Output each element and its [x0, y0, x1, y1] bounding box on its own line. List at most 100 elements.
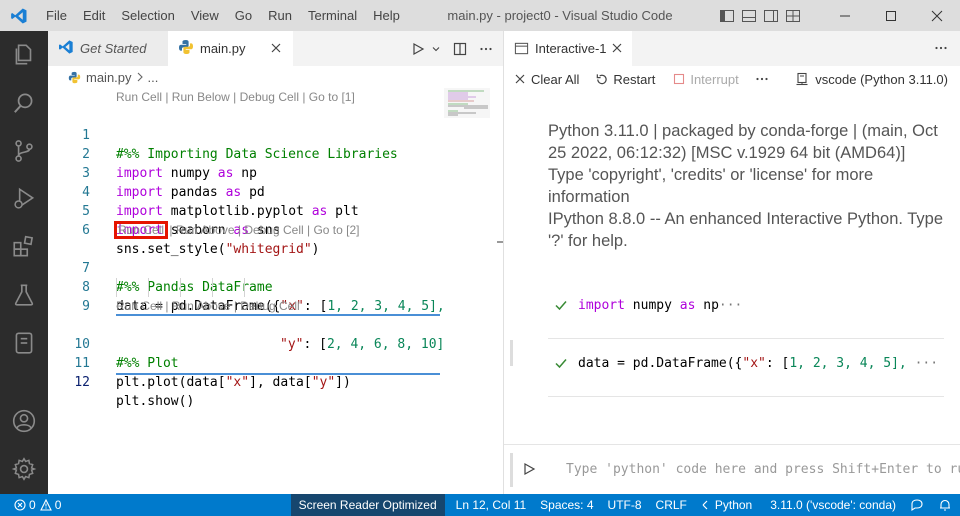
language-mode[interactable]: Python [694, 494, 759, 516]
menu-terminal[interactable]: Terminal [300, 0, 365, 31]
line-number: 9 [82, 299, 90, 314]
menu-selection[interactable]: Selection [113, 0, 182, 31]
maximize-icon[interactable] [868, 0, 914, 31]
window-title: main.py - project0 - Visual Studio Code [447, 8, 673, 23]
screen-reader-status[interactable]: Screen Reader Optimized [290, 494, 445, 516]
menu-run[interactable]: Run [260, 0, 300, 31]
check-icon [554, 298, 568, 315]
more-actions-icon[interactable] [934, 41, 948, 58]
code-input[interactable]: Type 'python' code here and press Shift+… [556, 455, 960, 485]
code-editor[interactable]: Run Cell | Run Below | Debug Cell | Go t… [48, 88, 445, 494]
run-python-file-icon[interactable] [407, 31, 429, 66]
encoding-status[interactable]: UTF-8 [601, 494, 649, 516]
source-control-icon[interactable] [0, 127, 48, 175]
python-file-icon [178, 39, 194, 58]
title-bar: File Edit Selection View Go Run Terminal… [0, 0, 960, 31]
tab-label: Interactive-1 [535, 41, 607, 56]
close-tab-icon[interactable] [610, 41, 624, 58]
error-count: 0 [29, 498, 36, 512]
restart-button[interactable]: Restart [595, 66, 655, 92]
more-actions-icon[interactable] [475, 31, 497, 66]
search-icon[interactable] [0, 79, 48, 127]
cell-source-preview: import numpy as np··· [578, 298, 743, 313]
code-line: 4 import matplotlib.pyplot as plt [48, 164, 440, 219]
code-line: 3 import pandas as pd [48, 145, 440, 200]
run-cell-link[interactable]: Run Cell [113, 221, 169, 239]
code-line: 9 "y": [2, 4, 6, 8, 10] [48, 278, 444, 352]
settings-gear-icon[interactable] [0, 445, 48, 493]
split-editor-icon[interactable] [449, 31, 471, 66]
more-toolbar-actions-icon[interactable] [755, 66, 769, 92]
tab-main-py[interactable]: main.py [168, 31, 293, 66]
executed-cell[interactable]: import numpy as np··· [548, 281, 944, 339]
notifications-bell-icon[interactable] [931, 494, 960, 516]
kernel-label: vscode (Python 3.11.0) [815, 71, 948, 87]
testing-flask-icon[interactable] [0, 271, 48, 319]
language-label: Python [714, 498, 753, 512]
run-input-icon[interactable] [522, 462, 536, 479]
code-line: 1 #%% Importing Data Science Libraries [48, 107, 440, 162]
interrupt-button[interactable]: Interrupt [673, 66, 739, 92]
code-line: 8 data = pd.DataFrame({"x": [1, 2, 3, 4,… [48, 259, 445, 314]
line-number: 6 [82, 223, 90, 238]
executed-cell[interactable]: data = pd.DataFrame({"x": [1, 2, 3, 4, 5… [548, 339, 944, 397]
cursor-position[interactable]: Ln 12, Col 11 [449, 494, 534, 516]
minimize-icon[interactable] [822, 0, 868, 31]
explorer-icon[interactable] [0, 31, 48, 79]
accounts-icon[interactable] [0, 397, 48, 445]
stop-icon [673, 73, 685, 85]
code-line: 11 plt.plot(data["x"], data["y"]) [48, 335, 440, 390]
code-line: 2 import numpy as np [48, 126, 440, 181]
breadcrumb-rest[interactable]: ... [148, 70, 159, 85]
editor-group: Get Started main.py main.py ... Run Cell… [48, 31, 503, 494]
codelens-actions[interactable]: | Run Above | Debug Cell | Go to [2] [166, 223, 359, 237]
eol-status[interactable]: CRLF [649, 494, 694, 516]
menu-file[interactable]: File [38, 0, 75, 31]
toggle-primary-sidebar-icon[interactable] [716, 0, 738, 31]
warning-icon [39, 499, 52, 511]
menu-help[interactable]: Help [365, 0, 408, 31]
notebook-icon[interactable] [0, 319, 48, 367]
vscode-logo-icon [58, 39, 74, 58]
cell-boundary-bottom [116, 373, 440, 375]
server-environment-icon [795, 72, 809, 86]
activity-bar [0, 31, 48, 494]
menu-view[interactable]: View [183, 0, 227, 31]
chevron-down-icon[interactable] [429, 31, 443, 66]
interactive-window-icon [514, 41, 529, 56]
banner-line: 25 2022, 06:12:32) [MSC v.1929 64 bit (A… [548, 144, 906, 162]
menu-go[interactable]: Go [227, 0, 260, 31]
chevron-right-icon [136, 72, 144, 82]
python-interpreter[interactable]: 3.11.0 ('vscode': conda) [763, 494, 903, 516]
breadcrumb-file[interactable]: main.py [86, 70, 132, 85]
warning-count: 0 [54, 498, 62, 512]
close-tab-icon[interactable] [269, 41, 283, 58]
codelens-cell-1[interactable]: Run Cell | Run Below | Debug Cell | Go t… [116, 88, 355, 107]
extensions-icon[interactable] [0, 223, 48, 271]
toggle-secondary-sidebar-icon[interactable] [760, 0, 782, 31]
tab-interactive-1[interactable]: Interactive-1 [504, 31, 632, 66]
menu-bar: File Edit Selection View Go Run Terminal… [38, 0, 408, 31]
code-line: 5 import seaborn as sns [48, 183, 440, 238]
minimap[interactable] [444, 88, 490, 118]
interactive-input-area: Type 'python' code here and press Shift+… [504, 444, 960, 494]
problems-indicator[interactable]: 0 0 [0, 494, 68, 516]
indentation-status[interactable]: Spaces: 4 [533, 494, 600, 516]
customize-layout-icon[interactable] [782, 0, 804, 31]
toggle-panel-icon[interactable] [738, 0, 760, 31]
restart-icon [595, 73, 608, 86]
feedback-icon[interactable] [903, 494, 931, 516]
tab-label: main.py [200, 41, 246, 56]
kernel-picker[interactable]: vscode (Python 3.11.0) [795, 66, 948, 92]
code-line: 6 sns.set_style("whitegrid") [48, 202, 440, 257]
breadcrumb: main.py ... [48, 66, 503, 88]
close-window-icon[interactable] [914, 0, 960, 31]
cell-gutter [510, 340, 513, 366]
run-and-debug-icon[interactable] [0, 175, 48, 223]
banner-line: Python 3.11.0 | packaged by conda-forge … [548, 122, 938, 140]
code-line: 12 plt.show() [48, 354, 440, 409]
interactive-window: Interactive-1 Clear All Restart Interrup… [504, 31, 960, 494]
tab-get-started[interactable]: Get Started [48, 31, 168, 66]
menu-edit[interactable]: Edit [75, 0, 113, 31]
clear-all-button[interactable]: Clear All [514, 66, 579, 92]
